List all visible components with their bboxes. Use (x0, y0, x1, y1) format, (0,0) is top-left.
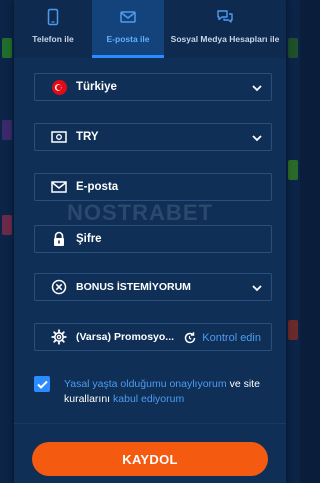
country-select[interactable]: Türkiye (34, 73, 272, 101)
background-left (0, 0, 14, 483)
terms-consent: Yasal yaşta olduğumu onaylıyorum ve site… (34, 368, 270, 416)
currency-select[interactable]: TRY (34, 123, 272, 151)
background-right (286, 0, 300, 483)
registration-tabs: Telefon ile E-posta ile Sosyal Medya Hes… (14, 0, 286, 58)
chevron-down-icon (252, 285, 262, 292)
background-decoration (288, 320, 298, 340)
background-decoration (2, 38, 12, 58)
registration-modal: Telefon ile E-posta ile Sosyal Medya Hes… (14, 0, 286, 483)
envelope-icon (50, 179, 68, 195)
promo-code-field[interactable]: (Varsa) Promosyo... Kontrol edin (34, 323, 272, 351)
tab-label: Telefon ile (32, 34, 74, 44)
phone-icon (47, 8, 59, 26)
terms-checkbox[interactable] (34, 376, 50, 392)
accept-text: kabul ediyorum (110, 393, 185, 405)
divider (14, 423, 286, 424)
checkmark-icon (36, 380, 48, 389)
envelope-icon (120, 11, 136, 23)
chat-bubbles-icon (217, 10, 233, 23)
refresh-icon (185, 332, 196, 344)
currency-value: TRY (76, 131, 99, 143)
promo-check-button[interactable]: Kontrol edin (183, 324, 261, 352)
age-confirm-text: Yasal yaşta olduğumu onaylıyorum (64, 378, 227, 390)
chevron-down-icon (252, 85, 262, 92)
background-decoration (288, 38, 298, 58)
no-bonus-icon (50, 279, 68, 295)
chevron-down-icon (252, 135, 262, 142)
email-field[interactable]: E-posta (34, 173, 272, 201)
tab-email[interactable]: E-posta ile (92, 0, 164, 58)
password-placeholder: Şifre (76, 233, 102, 245)
terms-text: Yasal yaşta olduğumu onaylıyorum ve site… (64, 377, 270, 407)
turkey-flag-icon (50, 79, 68, 95)
tab-label: E-posta ile (106, 34, 150, 44)
banknote-icon (50, 129, 68, 145)
register-button[interactable]: KAYDOL (32, 442, 268, 476)
background-decoration (2, 120, 12, 140)
promo-placeholder: (Varsa) Promosyo... (76, 331, 175, 343)
background-decoration (2, 215, 12, 235)
country-value: Türkiye (76, 81, 117, 93)
consent-connector: ve (226, 378, 244, 390)
gear-icon (50, 329, 68, 345)
password-field[interactable]: Şifre (34, 225, 272, 253)
lock-icon (50, 231, 68, 247)
tab-phone[interactable]: Telefon ile (14, 0, 92, 58)
email-placeholder: E-posta (76, 181, 119, 193)
bonus-value: BONUS İSTEMİYORUM (76, 281, 191, 293)
bonus-select[interactable]: BONUS İSTEMİYORUM (34, 273, 272, 301)
tab-label: Sosyal Medya Hesapları ile (170, 34, 280, 44)
tab-social[interactable]: Sosyal Medya Hesapları ile (164, 0, 286, 58)
promo-check-label: Kontrol edin (202, 332, 261, 344)
background-decoration (288, 160, 298, 180)
